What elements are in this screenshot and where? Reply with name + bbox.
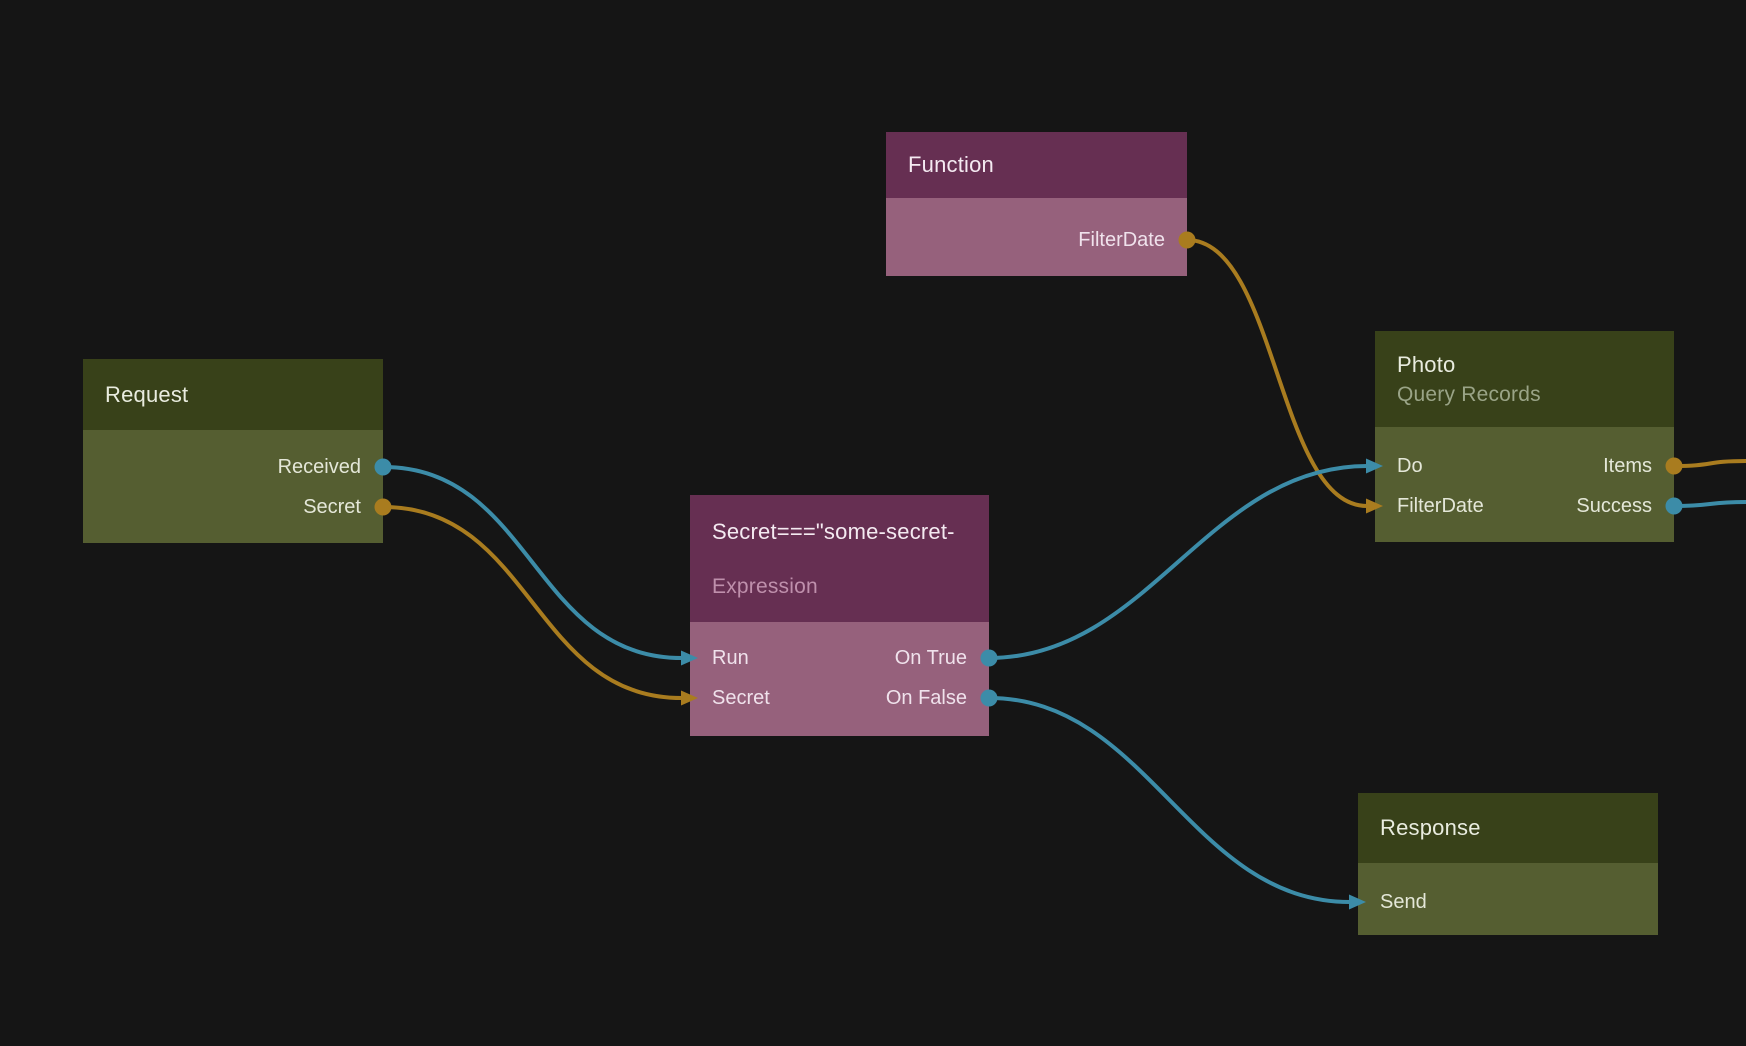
input-port-label[interactable]: FilterDate xyxy=(1397,491,1484,521)
node-request[interactable]: Request Received Secret xyxy=(83,359,383,543)
node-subtitle: Query Records xyxy=(1397,382,1674,408)
node-graph-canvas[interactable]: Request Received Secret Function FilterDate S… xyxy=(0,0,1746,1046)
output-port-label[interactable]: FilterDate xyxy=(1078,225,1165,255)
input-port-label[interactable]: Run xyxy=(712,643,749,673)
input-port-label[interactable]: Do xyxy=(1397,451,1423,481)
node-response[interactable]: Response Send xyxy=(1358,793,1658,935)
output-port-label[interactable]: Items xyxy=(1603,451,1652,481)
wire[interactable] xyxy=(1674,461,1746,466)
output-port-label[interactable]: On True xyxy=(895,643,967,673)
node-body[interactable] xyxy=(83,430,383,543)
output-port-label[interactable]: On False xyxy=(886,683,967,713)
wire[interactable] xyxy=(1187,240,1367,506)
node-header[interactable]: Response xyxy=(1358,793,1658,863)
node-header[interactable]: Function xyxy=(886,132,1187,198)
output-port-label[interactable]: Success xyxy=(1576,491,1652,521)
node-title: Function xyxy=(908,151,1187,179)
wire[interactable] xyxy=(989,698,1350,902)
node-body[interactable] xyxy=(690,622,989,736)
node-header[interactable]: Secret==="some-secret- Expression xyxy=(690,495,989,622)
node-title: Photo xyxy=(1397,351,1674,379)
node-function[interactable]: Function FilterDate xyxy=(886,132,1187,276)
node-title: Request xyxy=(105,381,383,409)
node-header[interactable]: Photo Query Records xyxy=(1375,331,1674,427)
node-header[interactable]: Request xyxy=(83,359,383,430)
node-body[interactable] xyxy=(1375,427,1674,542)
wire[interactable] xyxy=(383,467,682,658)
output-port-label[interactable]: Secret xyxy=(303,492,361,522)
input-port-label[interactable]: Secret xyxy=(712,683,770,713)
wire[interactable] xyxy=(1674,502,1746,506)
node-photo[interactable]: Photo Query Records Do FilterDate Items Succe… xyxy=(1375,331,1674,542)
node-subtitle: Expression xyxy=(712,574,989,600)
node-title: Response xyxy=(1380,814,1658,842)
wire[interactable] xyxy=(989,466,1367,658)
output-port-label[interactable]: Received xyxy=(278,452,361,482)
input-port-label[interactable]: Send xyxy=(1380,887,1427,917)
wire[interactable] xyxy=(383,507,682,698)
node-title: Secret==="some-secret- xyxy=(712,518,989,546)
node-expression[interactable]: Secret==="some-secret- Expression Run Secre… xyxy=(690,495,989,736)
